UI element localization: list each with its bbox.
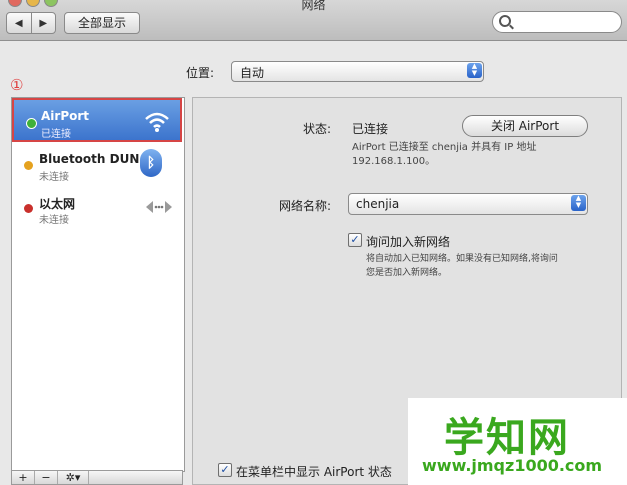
service-name: 以太网 bbox=[39, 197, 76, 211]
status-description: AirPort 已连接至 chenjia 并具有 IP 地址 192.168.1… bbox=[352, 141, 536, 169]
add-service-button[interactable]: + bbox=[12, 471, 35, 484]
status-dot-icon bbox=[24, 204, 33, 213]
annotation-marker: ① bbox=[10, 76, 24, 94]
turn-off-airport-button[interactable]: 关闭 AirPort bbox=[462, 115, 588, 137]
service-status: 已连接 bbox=[41, 129, 71, 140]
service-name: Bluetooth DUN bbox=[39, 152, 140, 166]
service-item-ethernet[interactable]: 以太网 未连接 bbox=[12, 186, 182, 230]
service-item-airport[interactable]: AirPort 已连接 bbox=[12, 98, 182, 142]
location-popup[interactable]: 自动 ▲ ▼ bbox=[231, 61, 484, 82]
ask-join-label: 询问加入新网络 bbox=[366, 235, 451, 249]
service-status: 未连接 bbox=[39, 215, 69, 226]
ask-join-checkbox[interactable]: ✓ bbox=[348, 233, 362, 247]
watermark-url: www.jmqz1000.com bbox=[422, 456, 603, 475]
back-forward-control: ◀ ▶ bbox=[6, 12, 56, 34]
status-description-line: AirPort 已连接至 chenjia 并具有 IP 地址 bbox=[352, 142, 537, 153]
show-menu-status-checkbox[interactable]: ✓ bbox=[218, 463, 232, 477]
location-label: 位置: bbox=[186, 66, 215, 80]
status-description-line: 192.168.1.100。 bbox=[352, 156, 436, 167]
remove-service-button[interactable]: − bbox=[35, 471, 58, 484]
status-label: 状态: bbox=[303, 122, 332, 136]
action-gear-button[interactable]: ✲▾ bbox=[58, 471, 89, 484]
search-icon bbox=[499, 15, 511, 27]
search-field[interactable] bbox=[492, 11, 622, 33]
show-menu-status-label: 在菜单栏中显示 AirPort 状态 bbox=[236, 465, 392, 479]
service-item-bluetooth[interactable]: Bluetooth DUN 未连接 ᛒ bbox=[12, 143, 182, 187]
ask-join-description-line: 您是否加入新网络。 bbox=[366, 268, 448, 278]
location-value: 自动 bbox=[240, 66, 265, 80]
forward-button[interactable]: ▶ bbox=[30, 13, 56, 33]
status-value: 已连接 bbox=[352, 122, 389, 136]
service-status: 未连接 bbox=[39, 172, 69, 183]
back-button[interactable]: ◀ bbox=[7, 13, 31, 33]
status-dot-icon bbox=[24, 161, 33, 170]
network-name-value: chenjia bbox=[356, 197, 400, 211]
watermark-logo-text: 学知网 bbox=[444, 415, 570, 461]
network-name-label: 网络名称: bbox=[279, 199, 332, 213]
window-toolbar: 网络 ◀ ▶ 全部显示 bbox=[0, 0, 627, 41]
bluetooth-icon: ᛒ bbox=[140, 149, 170, 179]
service-list-controls: + − ✲▾ bbox=[11, 470, 183, 485]
status-dot-icon bbox=[26, 118, 37, 129]
ask-join-description: 将自动加入已知网络。如果没有已知网络,将询问 您是否加入新网络。 bbox=[366, 252, 558, 280]
network-name-popup[interactable]: chenjia ▲ ▼ bbox=[348, 193, 588, 215]
ask-join-description-line: 将自动加入已知网络。如果没有已知网络,将询问 bbox=[366, 254, 558, 264]
service-list: AirPort 已连接 Bluetooth DUN 未连接 ᛒ 以太网 未连接 bbox=[11, 97, 185, 472]
service-name: AirPort bbox=[41, 109, 90, 123]
wifi-icon bbox=[142, 106, 172, 136]
popup-arrows-icon: ▲ ▼ bbox=[467, 63, 482, 78]
popup-arrows-icon: ▲ ▼ bbox=[571, 195, 586, 211]
ethernet-icon bbox=[144, 192, 174, 222]
show-all-button[interactable]: 全部显示 bbox=[64, 12, 140, 34]
